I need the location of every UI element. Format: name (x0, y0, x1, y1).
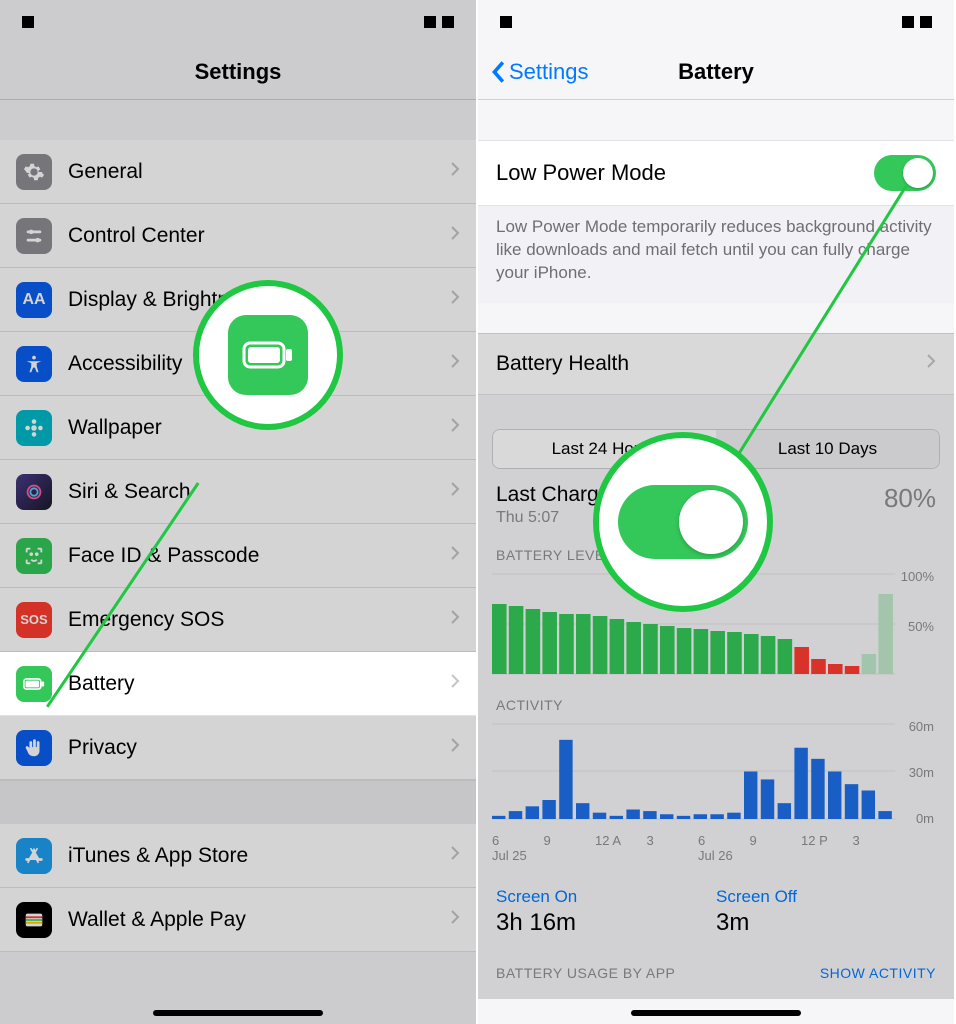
axis-label: 30m (909, 765, 934, 780)
back-button[interactable]: Settings (490, 59, 589, 85)
nav-bar: Settings (0, 44, 476, 100)
flower-icon (16, 410, 52, 446)
last-charge-pct: 80% (884, 483, 936, 527)
row-battery-health[interactable]: Battery Health (478, 333, 954, 395)
activity-caption: ACTIVITY (478, 679, 954, 715)
sos-icon: SOS (16, 602, 52, 638)
row-label: Privacy (68, 736, 450, 760)
chevron-right-icon (450, 225, 460, 246)
row-label: Face ID & Passcode (68, 544, 450, 568)
battery-icon (228, 315, 308, 395)
chevron-right-icon (450, 673, 460, 694)
home-indicator[interactable] (631, 1010, 801, 1016)
x-axis-hours: 6912 A36912 P3 (492, 833, 904, 848)
face-id-icon (16, 538, 52, 574)
row-privacy[interactable]: Privacy (0, 716, 476, 780)
row-control-center[interactable]: Control Center (0, 204, 476, 268)
status-bar (0, 0, 476, 44)
row-siri-search[interactable]: Siri & Search (0, 460, 476, 524)
chevron-right-icon (450, 737, 460, 758)
axis-label: 50% (908, 619, 934, 634)
usage-by-app-label: BATTERY USAGE BY APP (496, 965, 675, 981)
appstore-icon (16, 838, 52, 874)
sliders-icon (16, 218, 52, 254)
callout-battery-icon (193, 280, 343, 430)
row-label: General (68, 160, 450, 184)
row-label: Battery Health (496, 352, 926, 376)
chevron-right-icon (450, 353, 460, 374)
callout-toggle (593, 432, 773, 612)
low-power-mode-row: Low Power Mode (478, 140, 954, 206)
nav-bar: Settings Battery (478, 44, 954, 100)
screen-on-value: 3h 16m (496, 909, 716, 937)
siri-icon (16, 474, 52, 510)
hand-icon (16, 730, 52, 766)
row-itunes-app-store[interactable]: iTunes & App Store (0, 824, 476, 888)
show-activity-link[interactable]: SHOW ACTIVITY (820, 965, 936, 981)
axis-label: 0m (916, 811, 934, 826)
page-title: Settings (195, 59, 282, 85)
chevron-right-icon (450, 609, 460, 630)
screen-off-label: Screen Off (716, 887, 936, 907)
chevron-right-icon (450, 417, 460, 438)
row-battery[interactable]: Battery (0, 652, 476, 716)
row-general[interactable]: General (0, 140, 476, 204)
row-label: Emergency SOS (68, 608, 450, 632)
gear-icon (16, 154, 52, 190)
wallet-icon (16, 902, 52, 938)
chevron-right-icon (450, 161, 460, 182)
lpm-label: Low Power Mode (496, 160, 874, 186)
row-label: Battery (68, 672, 450, 696)
row-label: Control Center (68, 224, 450, 248)
accessibility-icon (16, 346, 52, 382)
axis-label: 100% (901, 569, 934, 584)
chevron-right-icon (450, 909, 460, 930)
row-wallet-apple-pay[interactable]: Wallet & Apple Pay (0, 888, 476, 952)
status-bar (478, 0, 954, 44)
row-label: Siri & Search (68, 480, 450, 504)
toggle-icon (618, 485, 748, 559)
chevron-right-icon (450, 545, 460, 566)
row-label: Wallet & Apple Pay (68, 908, 450, 932)
usage-by-app-header: BATTERY USAGE BY APP SHOW ACTIVITY (478, 947, 954, 999)
screen-on-label: Screen On (496, 887, 716, 907)
screen-off-value: 3m (716, 909, 936, 937)
chevron-right-icon (926, 353, 936, 374)
x-axis-dates: Jul 25Jul 26 (492, 848, 904, 863)
row-face-id[interactable]: Face ID & Passcode (0, 524, 476, 588)
home-indicator[interactable] (153, 1010, 323, 1016)
chevron-right-icon (450, 481, 460, 502)
screen-usage-row: Screen On 3h 16m Screen Off 3m (478, 863, 954, 947)
chevron-right-icon (450, 289, 460, 310)
row-label: iTunes & App Store (68, 844, 450, 868)
row-emergency-sos[interactable]: SOS Emergency SOS (0, 588, 476, 652)
back-label: Settings (509, 59, 589, 85)
settings-list: General Control Center AA Display & Brig… (0, 140, 476, 780)
chevron-right-icon (450, 845, 460, 866)
axis-label: 60m (909, 719, 934, 734)
battery-icon (16, 666, 52, 702)
text-size-icon: AA (16, 282, 52, 318)
activity-chart: 60m 30m 0m (492, 719, 940, 829)
page-title: Battery (678, 59, 754, 85)
